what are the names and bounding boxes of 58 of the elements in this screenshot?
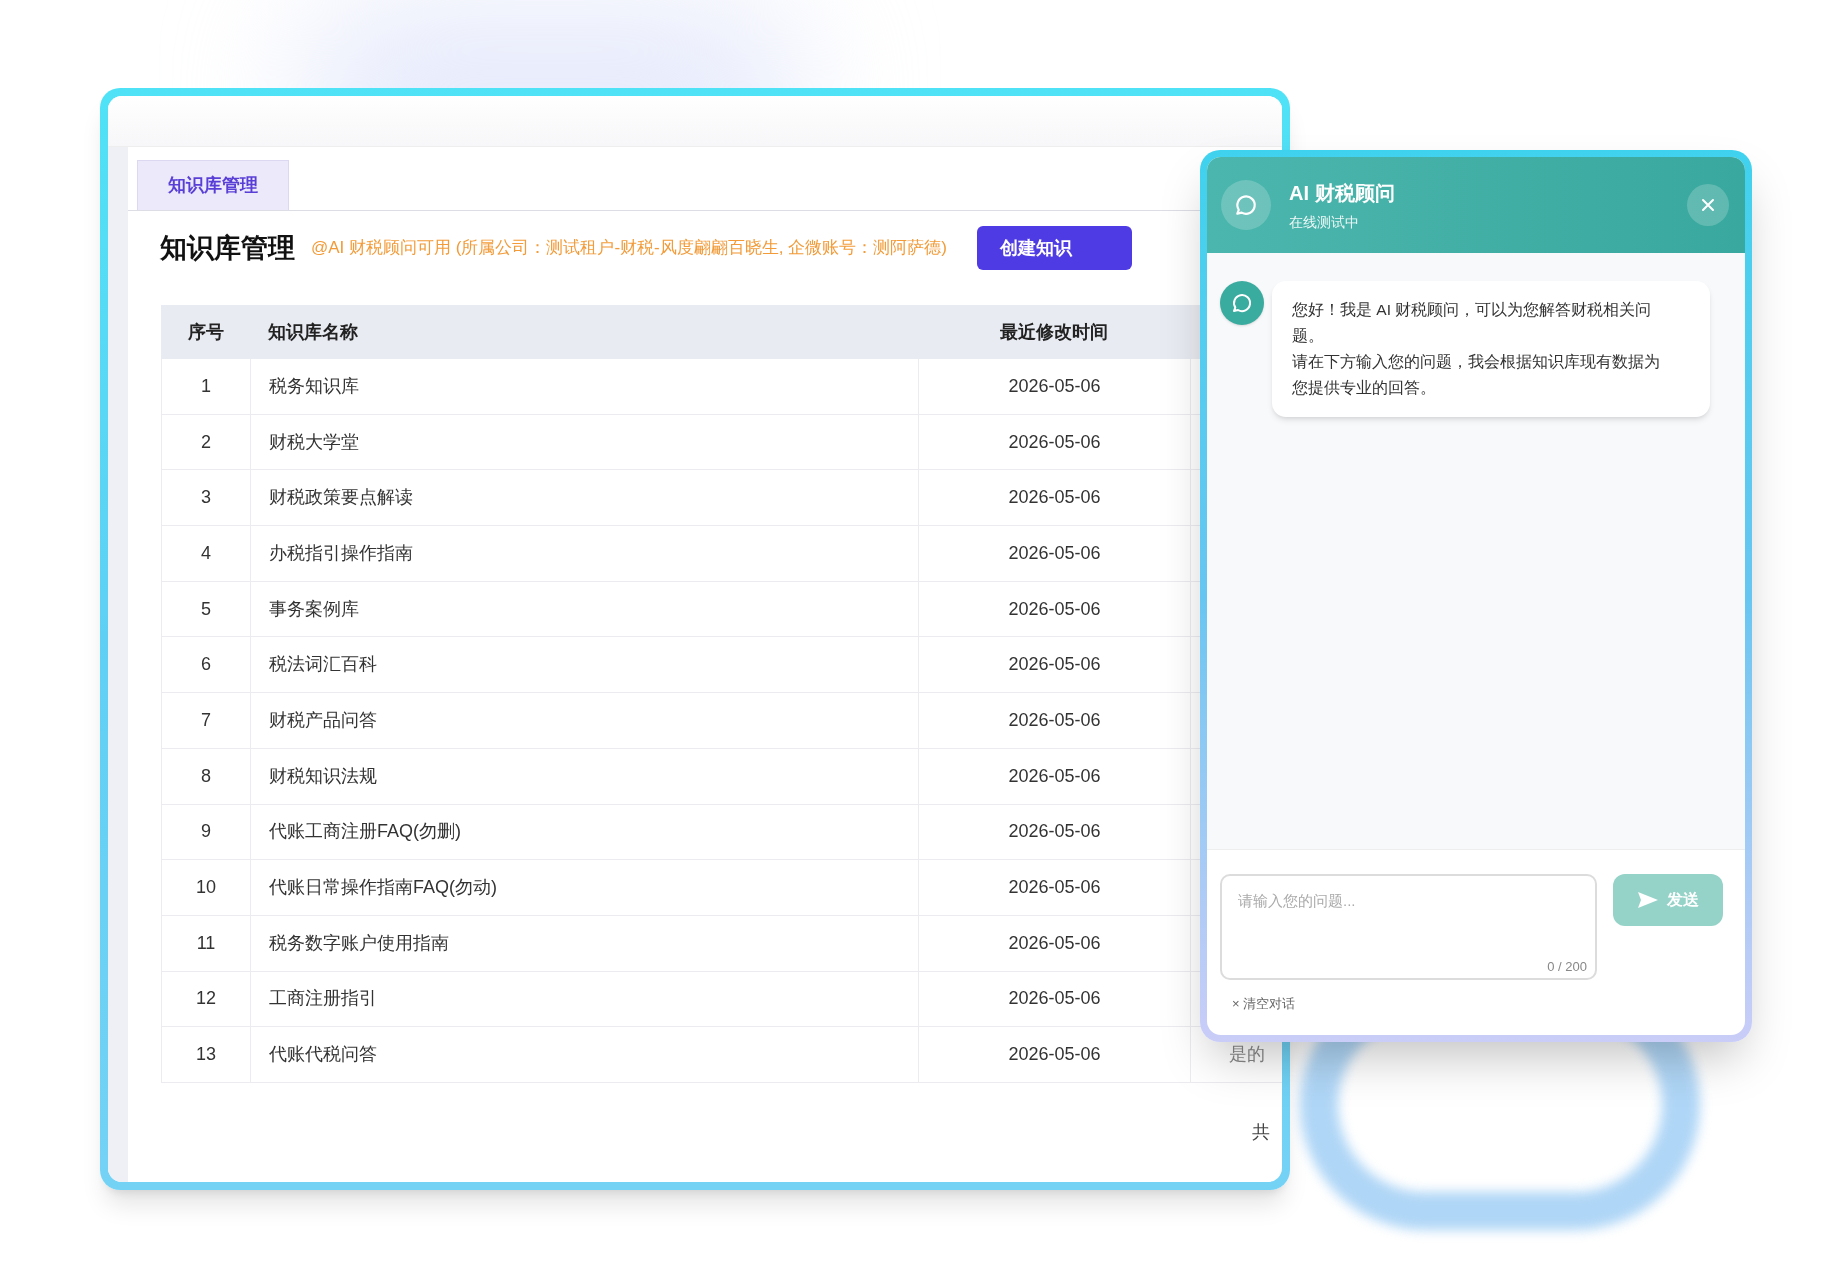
table-cell-text: 5 [201, 597, 211, 621]
table-cell-text: 税务知识库 [269, 374, 359, 398]
table-cell-text: 代账日常操作指南FAQ(勿动) [269, 876, 497, 900]
chat-title: AI 财税顾问 [1289, 180, 1396, 206]
chat-bubble-icon [1221, 180, 1271, 230]
table-cell-text: 代账工商注册FAQ(勿删) [269, 820, 461, 844]
column-header: 最近修改时间 [1000, 320, 1108, 344]
table-cell-text: 2026-05-06 [1008, 987, 1101, 1011]
table-cell-text: 2026-05-06 [1008, 876, 1101, 900]
clear-chat-button[interactable]: × 清空对话 [1232, 994, 1296, 1014]
column-header: 知识库名称 [268, 320, 358, 344]
table-cell-text: 工商注册指引 [269, 987, 377, 1011]
table-cell-text: 办税指引操作指南 [269, 541, 413, 565]
chat-subtitle: 在线测试中 [1289, 212, 1360, 232]
table-cell-text: 7 [201, 708, 211, 732]
close-button[interactable] [1687, 184, 1729, 226]
notice-text: @AI 财税顾问可用 (所属公司：测试租户-财税-风度翩翩百晓生, 企微账号：测阿萨德) [311, 237, 947, 260]
table-cell-text: 财税产品问答 [269, 708, 377, 732]
table-cell-text: 2 [201, 430, 211, 454]
send-icon [1637, 891, 1659, 909]
table-cell-text: 6 [201, 653, 211, 677]
table-cell-text: 税务数字账户使用指南 [269, 931, 449, 955]
table-cell-text: 2026-05-06 [1008, 374, 1101, 398]
message-bubble: 您好！我是 AI 财税顾问，可以为您解答财税相关问题。 请在下方输入您的问题，我会根据知识库现有数据为您提供专业的回答。 [1272, 281, 1710, 417]
table-cell-text: 税法词汇百科 [269, 653, 377, 677]
character-counter: 0 / 200 [1547, 957, 1587, 976]
close-icon [1699, 196, 1717, 214]
table-cell-text: 9 [201, 820, 211, 844]
table-cell-text: 11 [196, 931, 216, 955]
table-cell-text: 8 [201, 764, 211, 788]
pagination-total: 共 [1252, 1120, 1270, 1144]
table-cell-text: 财税政策要点解读 [269, 486, 413, 510]
tab[interactable]: 知识库管理 [137, 160, 289, 210]
page-title: 知识库管理 [160, 231, 295, 265]
table-cell-text: 代账代税问答 [269, 1043, 377, 1067]
assistant-avatar-icon [1220, 281, 1264, 325]
create-button[interactable]: 创建知识 [976, 226, 1132, 270]
column-header: 序号 [187, 320, 224, 344]
table-cell-text: 事务案例库 [269, 597, 359, 621]
table-cell-text: 财税知识法规 [269, 764, 377, 788]
table-cell-text: 2026-05-06 [1008, 486, 1101, 510]
table-cell-text: 10 [196, 876, 216, 900]
table-cell-text: 2026-05-06 [1008, 764, 1101, 788]
table-cell-text: 2026-05-06 [1008, 820, 1101, 844]
table-cell-text: 2026-05-06 [1008, 597, 1101, 621]
table-cell-text: 12 [196, 987, 216, 1011]
table-cell-text: 2026-05-06 [1008, 1043, 1101, 1067]
table-cell-text: 2026-05-06 [1008, 708, 1101, 732]
table-cell-text: 是的 [1229, 1043, 1265, 1067]
table-cell-text: 3 [201, 486, 211, 510]
table-cell-text: 2026-05-06 [1008, 931, 1101, 955]
table-cell-text: 1 [201, 374, 211, 398]
table-cell-text: 13 [196, 1043, 216, 1067]
table-cell-text: 2026-05-06 [1008, 653, 1101, 677]
table-cell-text: 财税大学堂 [269, 430, 359, 454]
table-cell-text: 2026-05-06 [1008, 541, 1101, 565]
table-cell-text: 4 [201, 541, 211, 565]
table-cell-text: 2026-05-06 [1008, 430, 1101, 454]
